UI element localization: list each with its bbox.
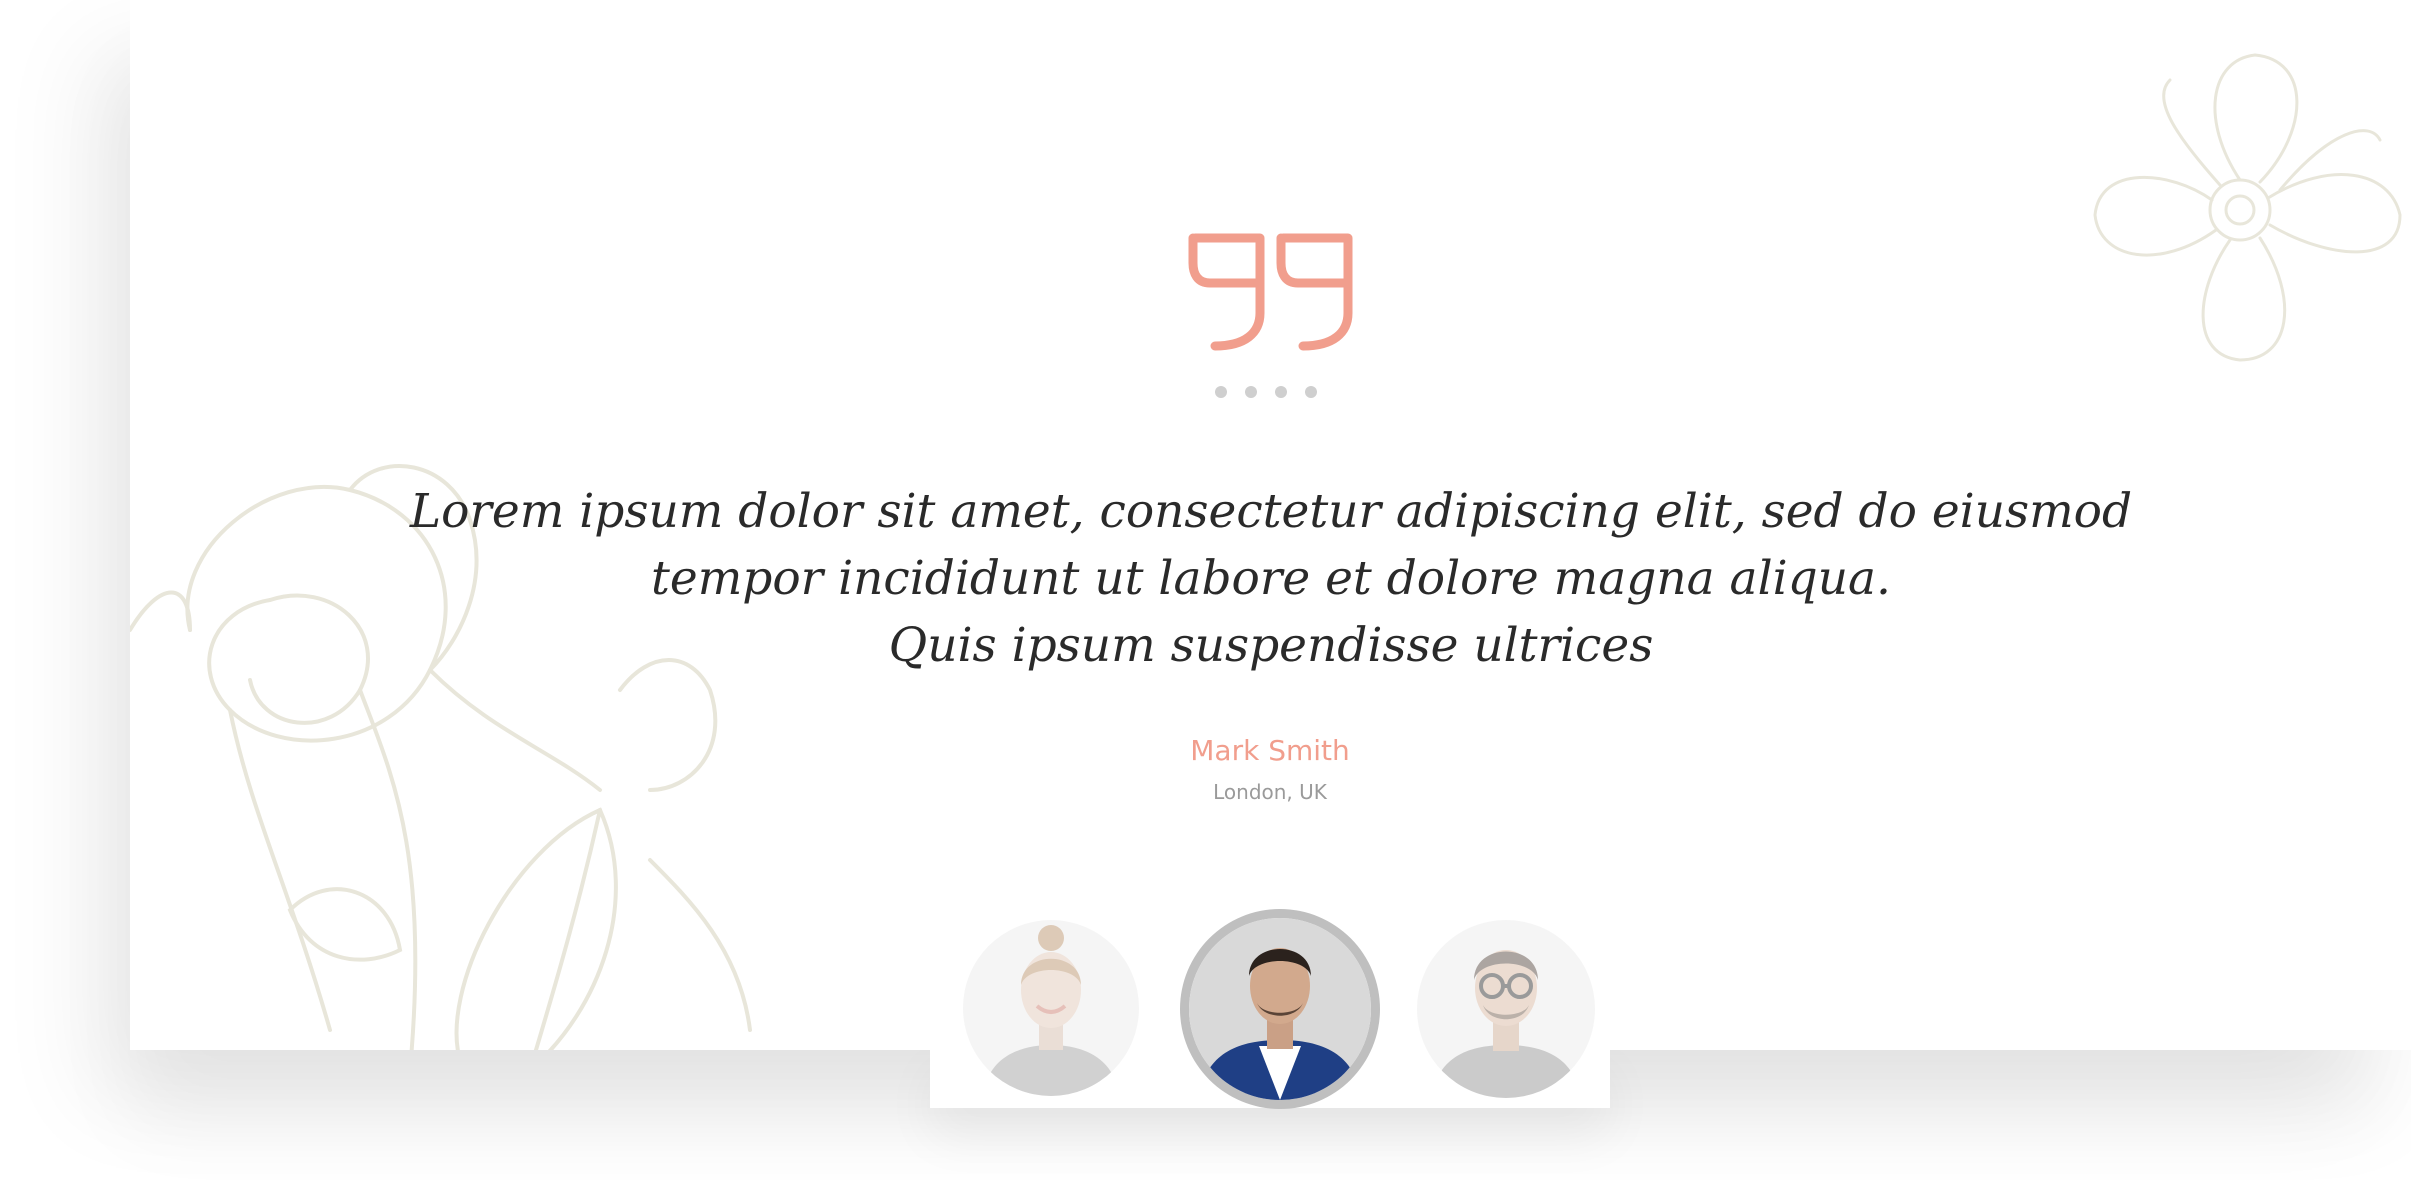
pagination-dot[interactable] — [1275, 386, 1287, 398]
man-glasses-avatar[interactable] — [1417, 920, 1595, 1098]
flower-illustration — [2080, 40, 2411, 370]
quote-line: tempor incididunt ut labore et dolore ma… — [651, 551, 1891, 606]
pagination-dot[interactable] — [1245, 386, 1257, 398]
quote-line: Quis ipsum suspendisse ultrices — [888, 618, 1654, 673]
testimonial-section: Lorem ipsum dolor sit amet, consectetur … — [0, 0, 2411, 1195]
pagination-dot[interactable] — [1215, 386, 1227, 398]
author-name: Mark Smith — [1190, 734, 1350, 767]
pagination-dot[interactable] — [1305, 386, 1317, 398]
woman-avatar[interactable] — [963, 920, 1139, 1096]
carousel-pagination — [1215, 386, 1317, 398]
mark-smith-avatar[interactable] — [1189, 918, 1371, 1100]
quote-line: Lorem ipsum dolor sit amet, consectetur … — [409, 484, 2133, 539]
quote-icon — [1185, 228, 1355, 353]
author-location: London, UK — [1213, 780, 1327, 804]
testimonial-quote: Lorem ipsum dolor sit amet, consectetur … — [405, 478, 2137, 679]
